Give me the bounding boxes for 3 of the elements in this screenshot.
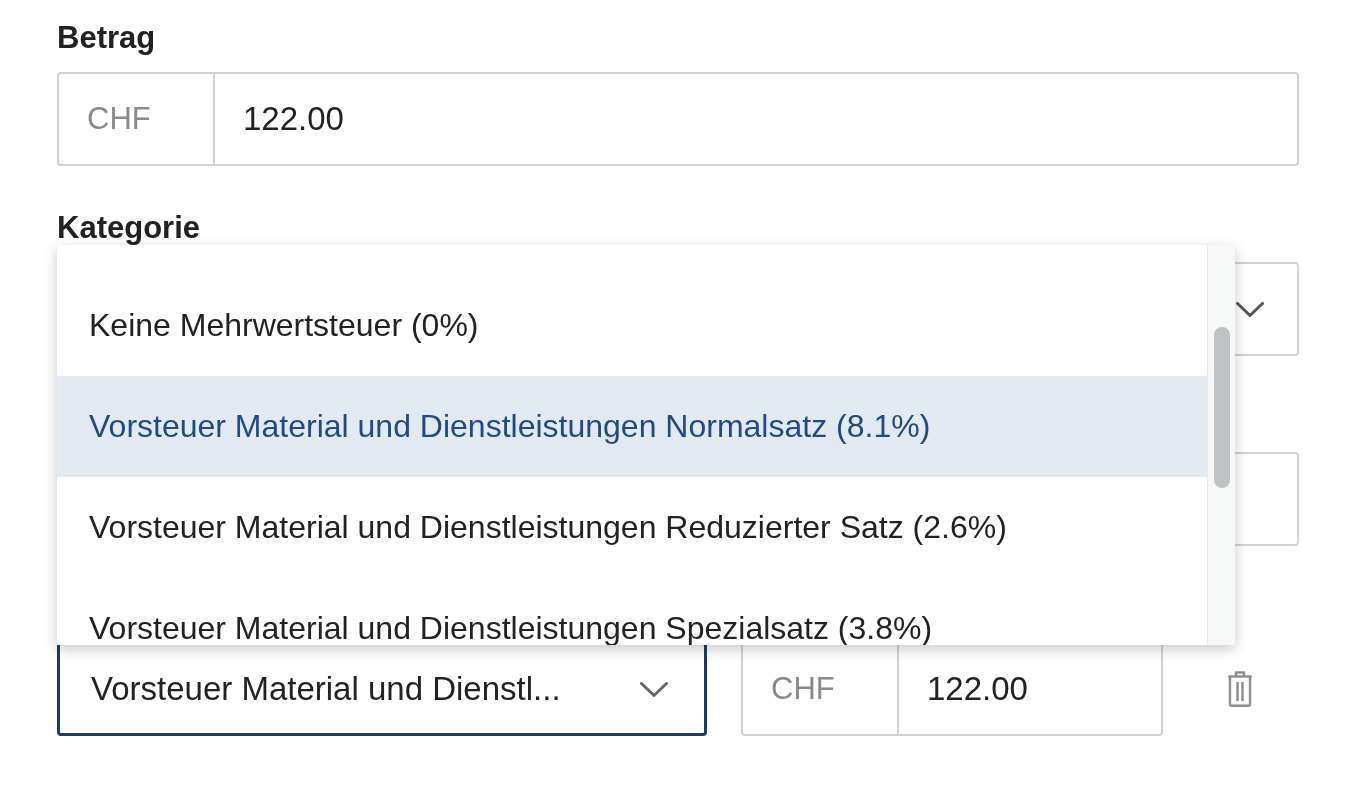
currency-addon: CHF xyxy=(57,72,215,166)
field-label: Betrag xyxy=(57,19,156,57)
field-label: Kategorie xyxy=(57,209,200,247)
